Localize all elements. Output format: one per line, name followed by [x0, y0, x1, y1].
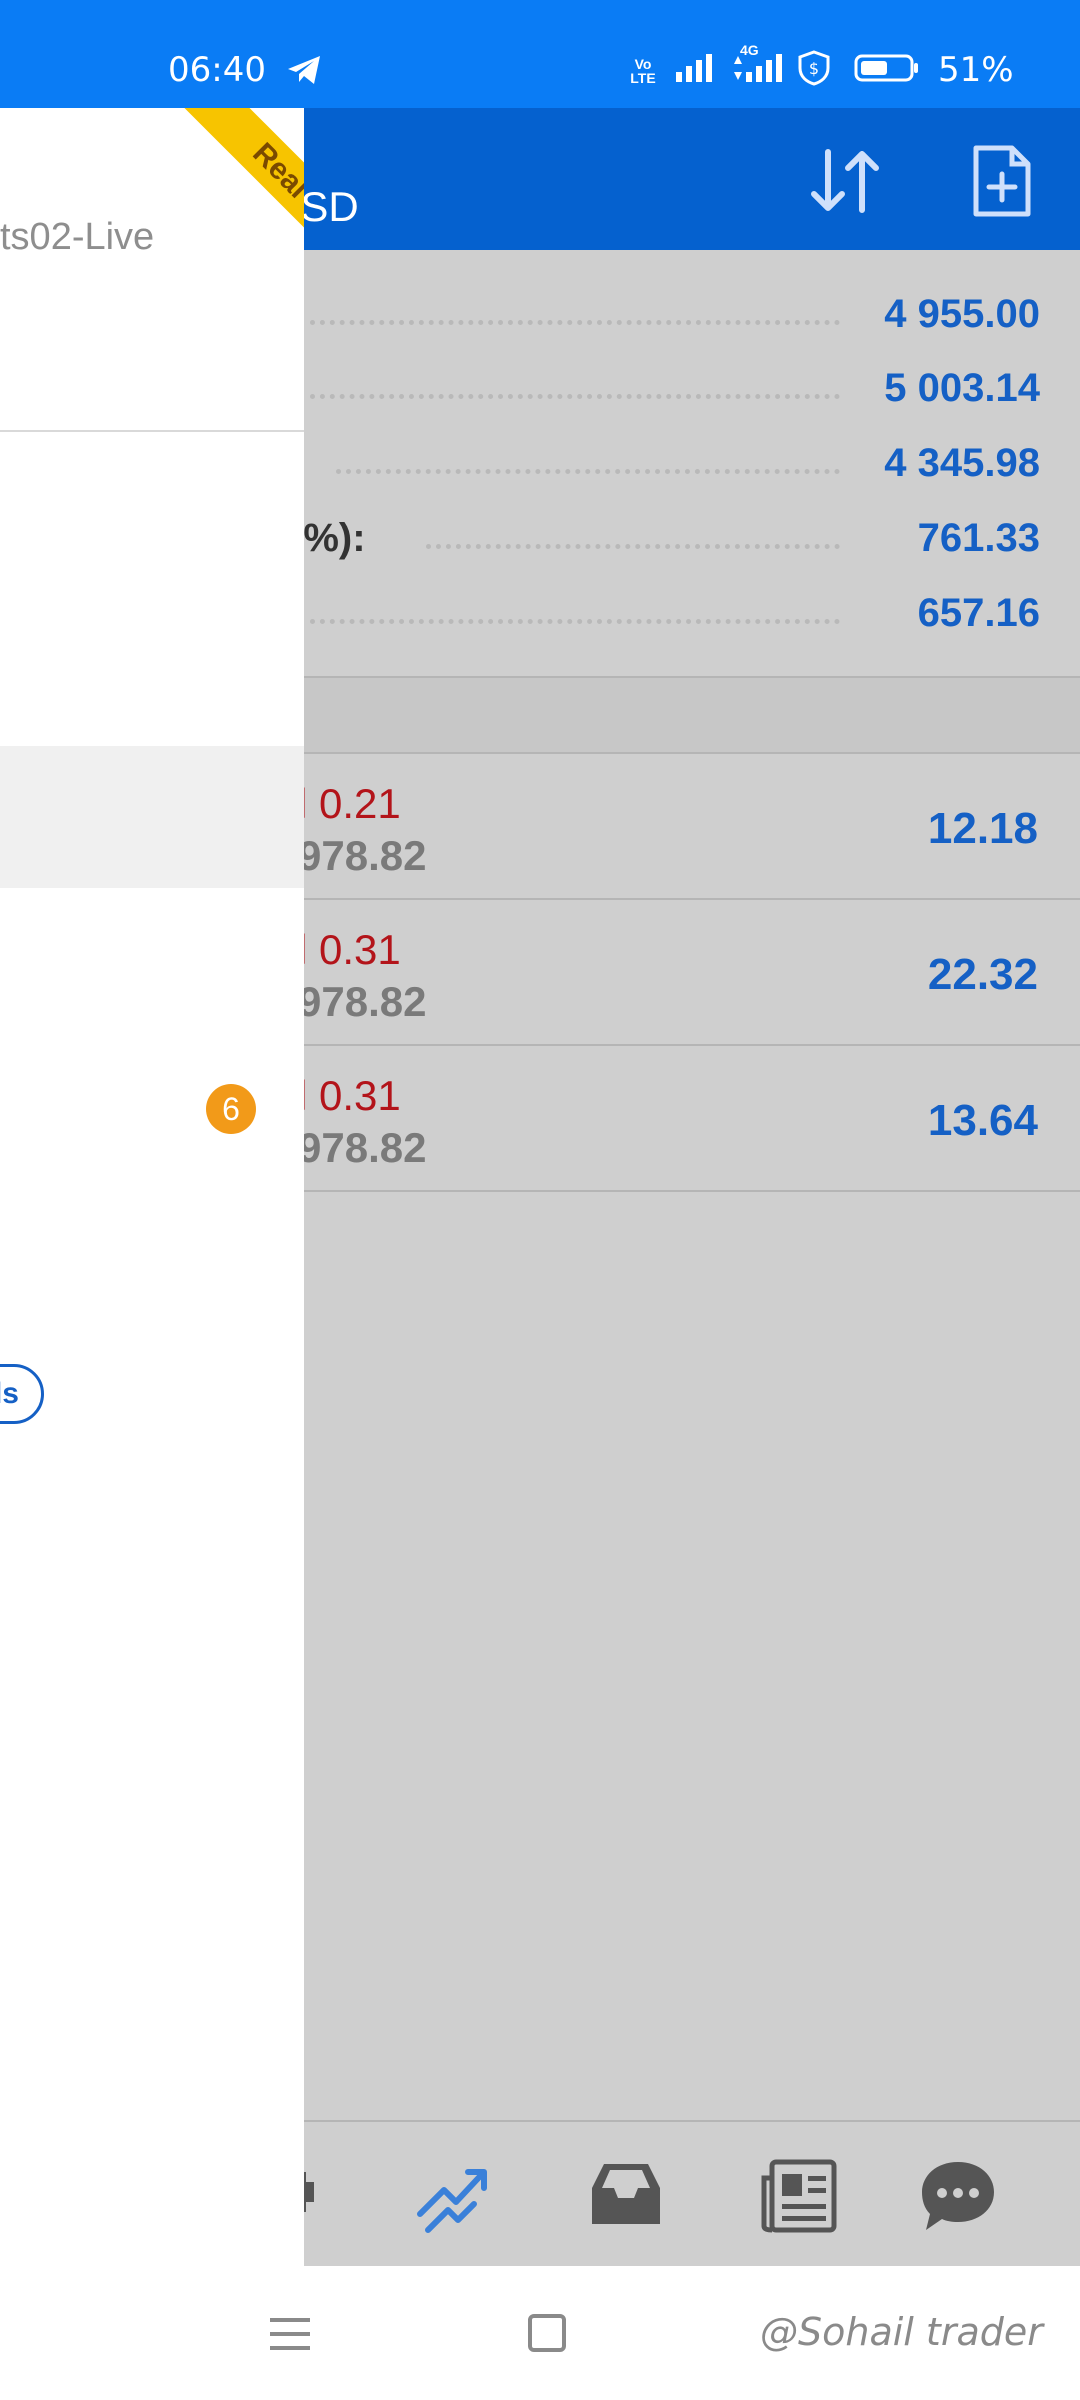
signal-icon — [674, 52, 716, 89]
inbox-icon[interactable] — [588, 2158, 664, 2235]
server-name: ts02-Live — [0, 216, 155, 258]
summary-value: 4 345.98 — [884, 441, 1040, 485]
news-icon[interactable] — [760, 2158, 838, 2239]
data-signal-icon: 4G — [730, 42, 784, 89]
drawer-divider — [0, 430, 304, 432]
drawer-pill-button[interactable]: ls — [0, 1364, 44, 1424]
system-navigation-bar: @Sohail trader — [0, 2266, 1080, 2400]
status-icons: Vo LTE 4G $ — [626, 42, 920, 91]
summary-value: 657.16 — [917, 591, 1040, 635]
trade-volume: l 0.31 — [298, 926, 401, 973]
summary-row: 4 345.98 — [300, 433, 1040, 493]
summary-value: 4 955.00 — [884, 292, 1040, 336]
trade-volume: l 0.21 — [298, 780, 401, 827]
trade-icon[interactable] — [414, 2158, 494, 2239]
home-button[interactable] — [528, 2314, 566, 2352]
trade-volume: l 0.31 — [298, 1072, 401, 1119]
volte-icon: Vo LTE — [630, 55, 656, 86]
sort-icon[interactable] — [806, 146, 886, 221]
menu-icon[interactable] — [270, 2316, 310, 2357]
trade-price: 978.82 — [298, 832, 427, 879]
summary-row: 4 955.00 — [300, 284, 1040, 344]
drawer-item-selected[interactable] — [0, 746, 304, 888]
summary-value: 5 003.14 — [884, 366, 1040, 410]
summary-value: 761.33 — [917, 516, 1040, 560]
trade-profit: 22.32 — [927, 950, 1038, 999]
chat-icon[interactable] — [918, 2158, 998, 2239]
trade-profit: 13.64 — [927, 1096, 1038, 1145]
account-type-ribbon: Real — [171, 108, 304, 280]
trade-price: 978.82 — [298, 978, 427, 1025]
battery-icon — [854, 52, 920, 89]
summary-row: 5 003.14 — [300, 358, 1040, 418]
new-document-icon[interactable] — [970, 144, 1034, 223]
telegram-icon — [286, 54, 322, 91]
navigation-drawer: Real ts02-Live 6 ls — [0, 108, 304, 2266]
trade-price: 978.82 — [298, 1124, 427, 1171]
summary-row: (%): 761.33 — [290, 508, 1040, 568]
svg-text:$: $ — [809, 59, 819, 78]
watermark: @Sohail trader — [760, 2310, 1043, 2354]
shield-icon: $ — [798, 50, 830, 91]
status-bar: 06:40 Vo LTE 4G $ 51% — [0, 0, 1080, 108]
battery-percent: 51% — [938, 50, 1014, 90]
status-time: 06:40 — [168, 50, 266, 90]
notification-badge: 6 — [206, 1084, 256, 1134]
summary-row: 657.16 — [300, 583, 1040, 643]
trade-profit: 12.18 — [927, 804, 1038, 853]
